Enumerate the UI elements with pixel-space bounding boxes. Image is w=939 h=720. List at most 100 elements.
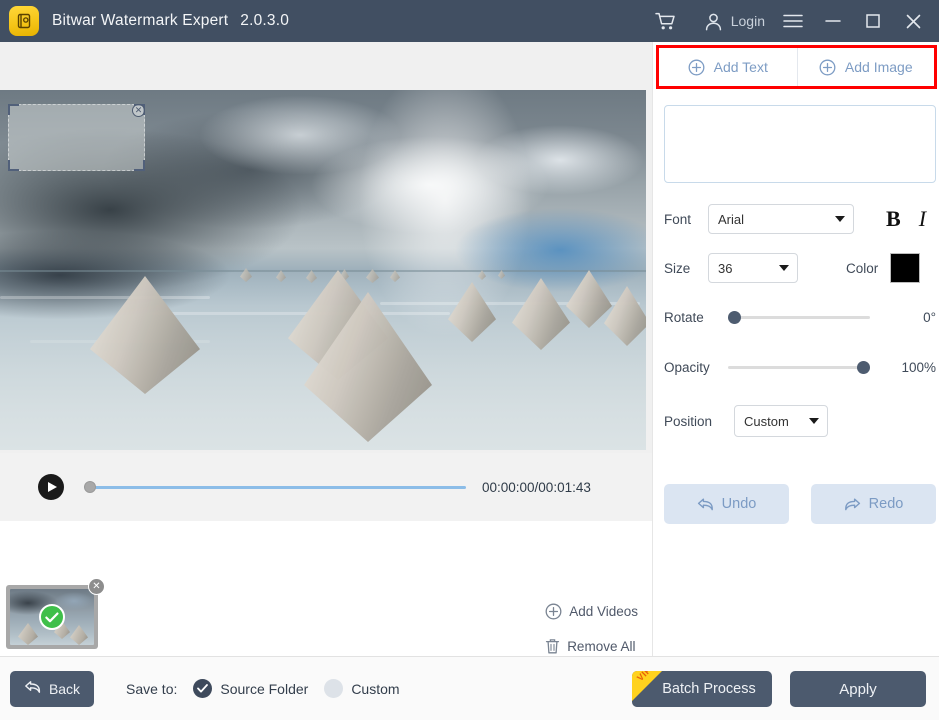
resize-handle-bottom-left[interactable] (8, 160, 19, 171)
video-frame-image: ✕ (0, 90, 646, 450)
watermark-selection-box[interactable]: ✕ (8, 104, 145, 171)
login-label: Login (730, 13, 765, 29)
apply-label: Apply (839, 680, 877, 698)
bold-button[interactable]: B (886, 208, 901, 230)
plus-circle-icon (819, 59, 836, 76)
redo-label: Redo (868, 496, 904, 512)
vip-badge-label: VIP (635, 671, 654, 684)
radio-source-folder[interactable]: Source Folder (193, 679, 308, 698)
position-value: Custom (744, 413, 789, 429)
radio-custom[interactable]: Custom (324, 679, 400, 698)
time-display: 00:00:00/00:01:43 (482, 479, 591, 495)
resize-handle-bottom-right[interactable] (134, 160, 145, 171)
add-videos-button[interactable]: Add Videos (545, 603, 638, 620)
video-list-actions: Add Videos Remove All (545, 603, 638, 655)
seek-thumb[interactable] (84, 481, 96, 493)
back-label: Back (48, 680, 81, 697)
position-label: Position (664, 413, 713, 429)
salt-pile (512, 278, 570, 350)
rotate-value: 0° (923, 310, 936, 325)
add-text-label: Add Text (713, 59, 768, 75)
application-window: Bitwar Watermark Expert 2.0.3.0 Login ✕ … (0, 0, 939, 720)
salt-pile (566, 270, 612, 328)
opacity-value: 100% (901, 360, 936, 375)
remove-all-button[interactable]: Remove All (545, 638, 638, 655)
batch-process-label: Batch Process (662, 681, 756, 697)
rotate-label: Rotate (664, 310, 704, 325)
source-folder-label: Source Folder (220, 680, 309, 697)
color-swatch[interactable] (890, 253, 921, 283)
size-color-row: Size 36 Color (664, 253, 936, 283)
add-image-label: Add Image (844, 59, 913, 75)
redo-arrow-icon (844, 497, 861, 512)
chevron-down-icon (835, 216, 845, 222)
undo-arrow-icon (697, 497, 714, 512)
salt-pile (18, 623, 38, 645)
radio-unselected-icon (324, 679, 344, 698)
add-watermark-toolbar: Add Text Add Image (656, 45, 937, 89)
plus-circle-icon (545, 603, 562, 620)
plus-circle-icon (688, 59, 705, 76)
resize-handle-top-left[interactable] (8, 104, 19, 115)
add-videos-label: Add Videos (569, 604, 638, 619)
salt-pile (604, 286, 646, 346)
play-icon[interactable] (38, 474, 64, 500)
login-button[interactable]: Login (704, 12, 765, 31)
watermark-text-input[interactable] (664, 105, 936, 183)
hamburger-menu-icon[interactable] (773, 0, 813, 42)
chevron-down-icon (809, 418, 819, 424)
minimize-icon[interactable] (813, 0, 853, 42)
seek-track (84, 485, 466, 489)
apply-button[interactable]: Apply (790, 671, 926, 707)
opacity-slider-thumb[interactable] (857, 361, 870, 374)
video-thumbnail[interactable]: ✕ (6, 578, 105, 649)
radio-selected-icon (193, 679, 213, 698)
color-label: Color (846, 260, 879, 276)
font-row: Font Arial B I (664, 204, 936, 234)
app-version: 2.0.3.0 (240, 12, 290, 29)
salt-pile (90, 276, 200, 394)
font-label: Font (664, 211, 692, 227)
undo-redo-row: Undo Redo (664, 484, 936, 524)
shopping-cart-icon[interactable] (646, 0, 686, 42)
add-image-button[interactable]: Add Image (796, 48, 934, 86)
rotate-slider-track (728, 316, 870, 319)
size-label: Size (664, 260, 691, 276)
horizon-line (0, 270, 646, 272)
opacity-row: Opacity 100% (664, 360, 936, 375)
user-account-icon (704, 12, 723, 31)
watermark-settings-panel: Add Text Add Image Font Arial B I Size 3… (652, 42, 939, 656)
opacity-slider[interactable] (728, 361, 870, 375)
undo-label: Undo (721, 496, 757, 512)
batch-process-button[interactable]: VIP Batch Process (632, 671, 772, 707)
custom-label: Custom (351, 680, 400, 697)
rotate-slider-thumb[interactable] (728, 311, 741, 324)
salt-pile (448, 282, 496, 342)
size-select[interactable]: 36 (708, 253, 798, 283)
water-reflection (150, 312, 450, 315)
remove-watermark-icon[interactable]: ✕ (132, 104, 145, 117)
thumbnail-image (10, 589, 94, 645)
back-button[interactable]: Back (10, 670, 94, 707)
remove-all-label: Remove All (567, 639, 636, 654)
save-to-label: Save to: (126, 680, 178, 697)
position-select[interactable]: Custom (734, 405, 828, 437)
trash-icon (545, 638, 560, 655)
font-select[interactable]: Arial (708, 204, 854, 234)
undo-button[interactable]: Undo (664, 484, 789, 524)
italic-button[interactable]: I (919, 208, 926, 230)
remove-thumbnail-icon[interactable]: ✕ (88, 578, 105, 595)
editor-left-column: ✕ 00:00:00/00:01:43 ✕ Add Videos Remove … (0, 42, 652, 698)
seek-slider[interactable] (84, 478, 466, 496)
vip-ribbon (632, 671, 662, 701)
video-preview[interactable]: ✕ (0, 90, 646, 450)
water-reflection (0, 296, 210, 299)
maximize-icon[interactable] (853, 0, 893, 42)
close-icon[interactable] (893, 0, 933, 42)
add-text-button[interactable]: Add Text (659, 48, 797, 86)
redo-button[interactable]: Redo (811, 484, 936, 524)
check-circle-icon (39, 604, 65, 630)
salt-pile (70, 625, 88, 645)
rotate-slider[interactable] (728, 311, 870, 325)
back-arrow-icon (24, 680, 41, 697)
